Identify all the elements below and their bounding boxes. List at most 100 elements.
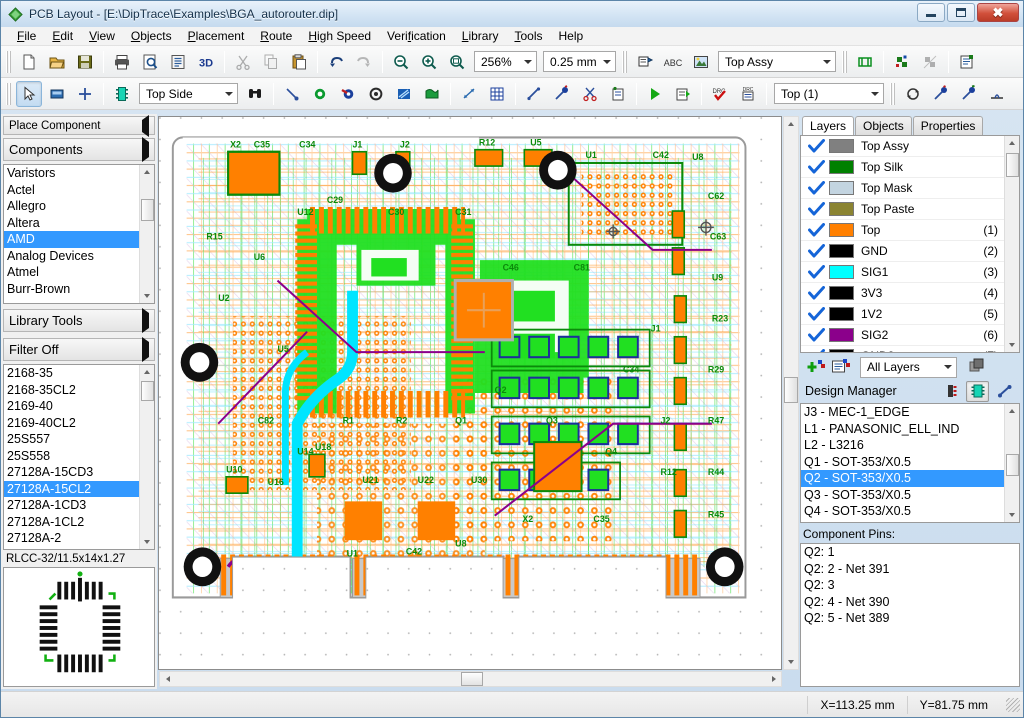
layer-visibility-checkmark-icon[interactable] [803, 244, 829, 258]
zoom-in-icon[interactable] [416, 49, 442, 75]
canvas-vertical-scrollbar[interactable] [783, 116, 799, 670]
component-pin-item[interactable]: Q2: 2 - Net 391 [801, 561, 1019, 578]
library-list-item[interactable]: Actel [4, 182, 139, 199]
toolbar-grip[interactable] [622, 50, 628, 73]
filter-header[interactable]: Filter Off [3, 337, 155, 362]
scroll-right-icon[interactable] [766, 676, 781, 682]
menu-tools[interactable]: Tools [506, 28, 550, 44]
copy-icon[interactable] [258, 49, 284, 75]
layer-visibility-checkmark-icon[interactable] [803, 328, 829, 342]
route-trace-icon[interactable] [549, 81, 575, 107]
design-manager-item[interactable]: J3 - MEC-1_EDGE [801, 404, 1004, 421]
nets-view-icon[interactable] [939, 381, 962, 402]
layer-color-swatch[interactable] [829, 181, 854, 195]
layer-visibility-checkmark-icon[interactable] [803, 265, 829, 279]
layer-color-swatch[interactable] [829, 265, 854, 279]
layer-row[interactable]: Top Mask [801, 178, 1004, 199]
place-hole-icon[interactable] [363, 81, 389, 107]
cut-icon[interactable] [230, 49, 256, 75]
layer-row[interactable]: Top (1) [801, 220, 1004, 241]
report-icon[interactable] [165, 49, 191, 75]
components-section-header[interactable]: Components [3, 137, 155, 162]
layer-row[interactable]: Top Paste [801, 199, 1004, 220]
part-list-item[interactable]: 27128A-15CD3 [4, 464, 139, 481]
expand-right-icon[interactable] [142, 308, 149, 333]
chevron-down-icon[interactable] [866, 84, 883, 103]
abc-text-icon[interactable]: ABC [660, 49, 686, 75]
layer-row[interactable]: GND2 (7) [801, 346, 1004, 352]
measure-distance-icon[interactable] [984, 81, 1010, 107]
part-scrollbar[interactable] [139, 365, 154, 549]
scroll-thumb[interactable] [1006, 454, 1019, 476]
menu-edit[interactable]: Edit [44, 28, 81, 44]
drc-check-icon[interactable]: DRC [707, 81, 733, 107]
layer-visibility-checkmark-icon[interactable] [803, 223, 829, 237]
design-manager-item[interactable]: Q1 - SOT-353/X0.5 [801, 454, 1004, 471]
active-layer-combo[interactable]: Top (1) [774, 83, 884, 104]
3d-preview-icon[interactable]: 3D [193, 49, 219, 75]
part-list-item[interactable]: 27128A-2 [4, 530, 139, 547]
select-arrow-icon[interactable] [16, 80, 42, 107]
expand-right-icon[interactable] [142, 137, 149, 162]
pcb-layout-canvas[interactable]: X2 C35 C34 J1 J2 R12 U5 U1 C42 U8 C62 C63 U9 R23 R29 R4… [158, 116, 782, 670]
layer-row[interactable]: Top Silk [801, 157, 1004, 178]
menu-high-speed[interactable]: High Speed [300, 28, 379, 44]
menu-file[interactable]: File [9, 28, 44, 44]
part-list-item[interactable]: 27128A-1CD3 [4, 497, 139, 514]
layer-row[interactable]: SIG2 (6) [801, 325, 1004, 346]
chevron-down-icon[interactable] [818, 52, 835, 71]
properties-icon[interactable] [954, 49, 980, 75]
layer-row[interactable]: SIG1 (3) [801, 262, 1004, 283]
library-list-item[interactable]: Burr-Brown [4, 281, 139, 298]
layer-visibility-checkmark-icon[interactable] [803, 160, 829, 174]
part-list-item[interactable]: 25S558 [4, 448, 139, 465]
part-list[interactable]: 2168-35 2168-35CL2 2169-40 2169-40CL2 25S557… [4, 365, 139, 549]
route-all-icon[interactable] [928, 81, 954, 107]
layer-stack-icon[interactable] [969, 358, 985, 377]
library-tools-header[interactable]: Library Tools [3, 308, 155, 333]
part-list-item[interactable]: 2169-40CL2 [4, 415, 139, 432]
canvas-horizontal-scrollbar[interactable] [159, 671, 782, 687]
components-view-icon[interactable] [966, 380, 989, 402]
design-manager-scrollbar[interactable] [1004, 404, 1019, 522]
net-connect-icon[interactable] [889, 49, 915, 75]
design-manager-item[interactable]: L1 - PANASONIC_ELL_IND [801, 421, 1004, 438]
dimension-icon[interactable] [456, 81, 482, 107]
library-listbox[interactable]: Varistors Actel Allegro Altera AMD Analog Dev… [3, 164, 155, 304]
place-via-icon[interactable] [307, 81, 333, 107]
tab-layers[interactable]: Layers [802, 116, 855, 136]
design-manager-item[interactable]: Q3 - SOT-353/X0.5 [801, 487, 1004, 504]
unroute-icon[interactable] [956, 81, 982, 107]
layer-color-swatch[interactable] [829, 223, 854, 237]
autorouter-setup-icon[interactable] [670, 81, 696, 107]
layer-color-swatch[interactable] [829, 244, 854, 258]
layer-visibility-checkmark-icon[interactable] [803, 349, 829, 352]
zoom-combo[interactable]: 256% [474, 51, 537, 72]
menu-view[interactable]: View [81, 28, 123, 44]
run-autorouter-icon[interactable] [642, 81, 668, 107]
layer-filter-combo[interactable]: All Layers [860, 356, 957, 378]
redo-icon[interactable] [351, 49, 377, 75]
layer-color-swatch[interactable] [829, 139, 854, 153]
layer-color-swatch[interactable] [829, 286, 854, 300]
layer-setup-icon[interactable] [831, 357, 851, 378]
layer-visibility-checkmark-icon[interactable] [803, 202, 829, 216]
toolbar-grip[interactable] [842, 50, 848, 73]
layer-assy-combo[interactable]: Top Assy [718, 51, 836, 72]
scroll-thumb[interactable] [1006, 153, 1019, 177]
zoom-out-icon[interactable] [388, 49, 414, 75]
layer-visibility-checkmark-icon[interactable] [803, 181, 829, 195]
tab-objects[interactable]: Objects [855, 116, 912, 135]
layer-visibility-checkmark-icon[interactable] [803, 307, 829, 321]
image-layer-icon[interactable] [688, 49, 714, 75]
menu-verification[interactable]: Verification [379, 28, 454, 44]
crosshair-icon[interactable] [72, 81, 98, 107]
scroll-down-icon[interactable] [1005, 508, 1020, 522]
design-manager-item[interactable]: Q4 - SOT-353/X0.5 [801, 503, 1004, 520]
part-list-item[interactable]: 2168-35 [4, 365, 139, 382]
new-file-icon[interactable] [16, 49, 42, 75]
part-list-item[interactable]: 27128A-15CL2 [4, 480, 139, 497]
print-preview-icon[interactable] [137, 49, 163, 75]
menu-placement[interactable]: Placement [180, 28, 253, 44]
layer-row[interactable]: GND (2) [801, 241, 1004, 262]
